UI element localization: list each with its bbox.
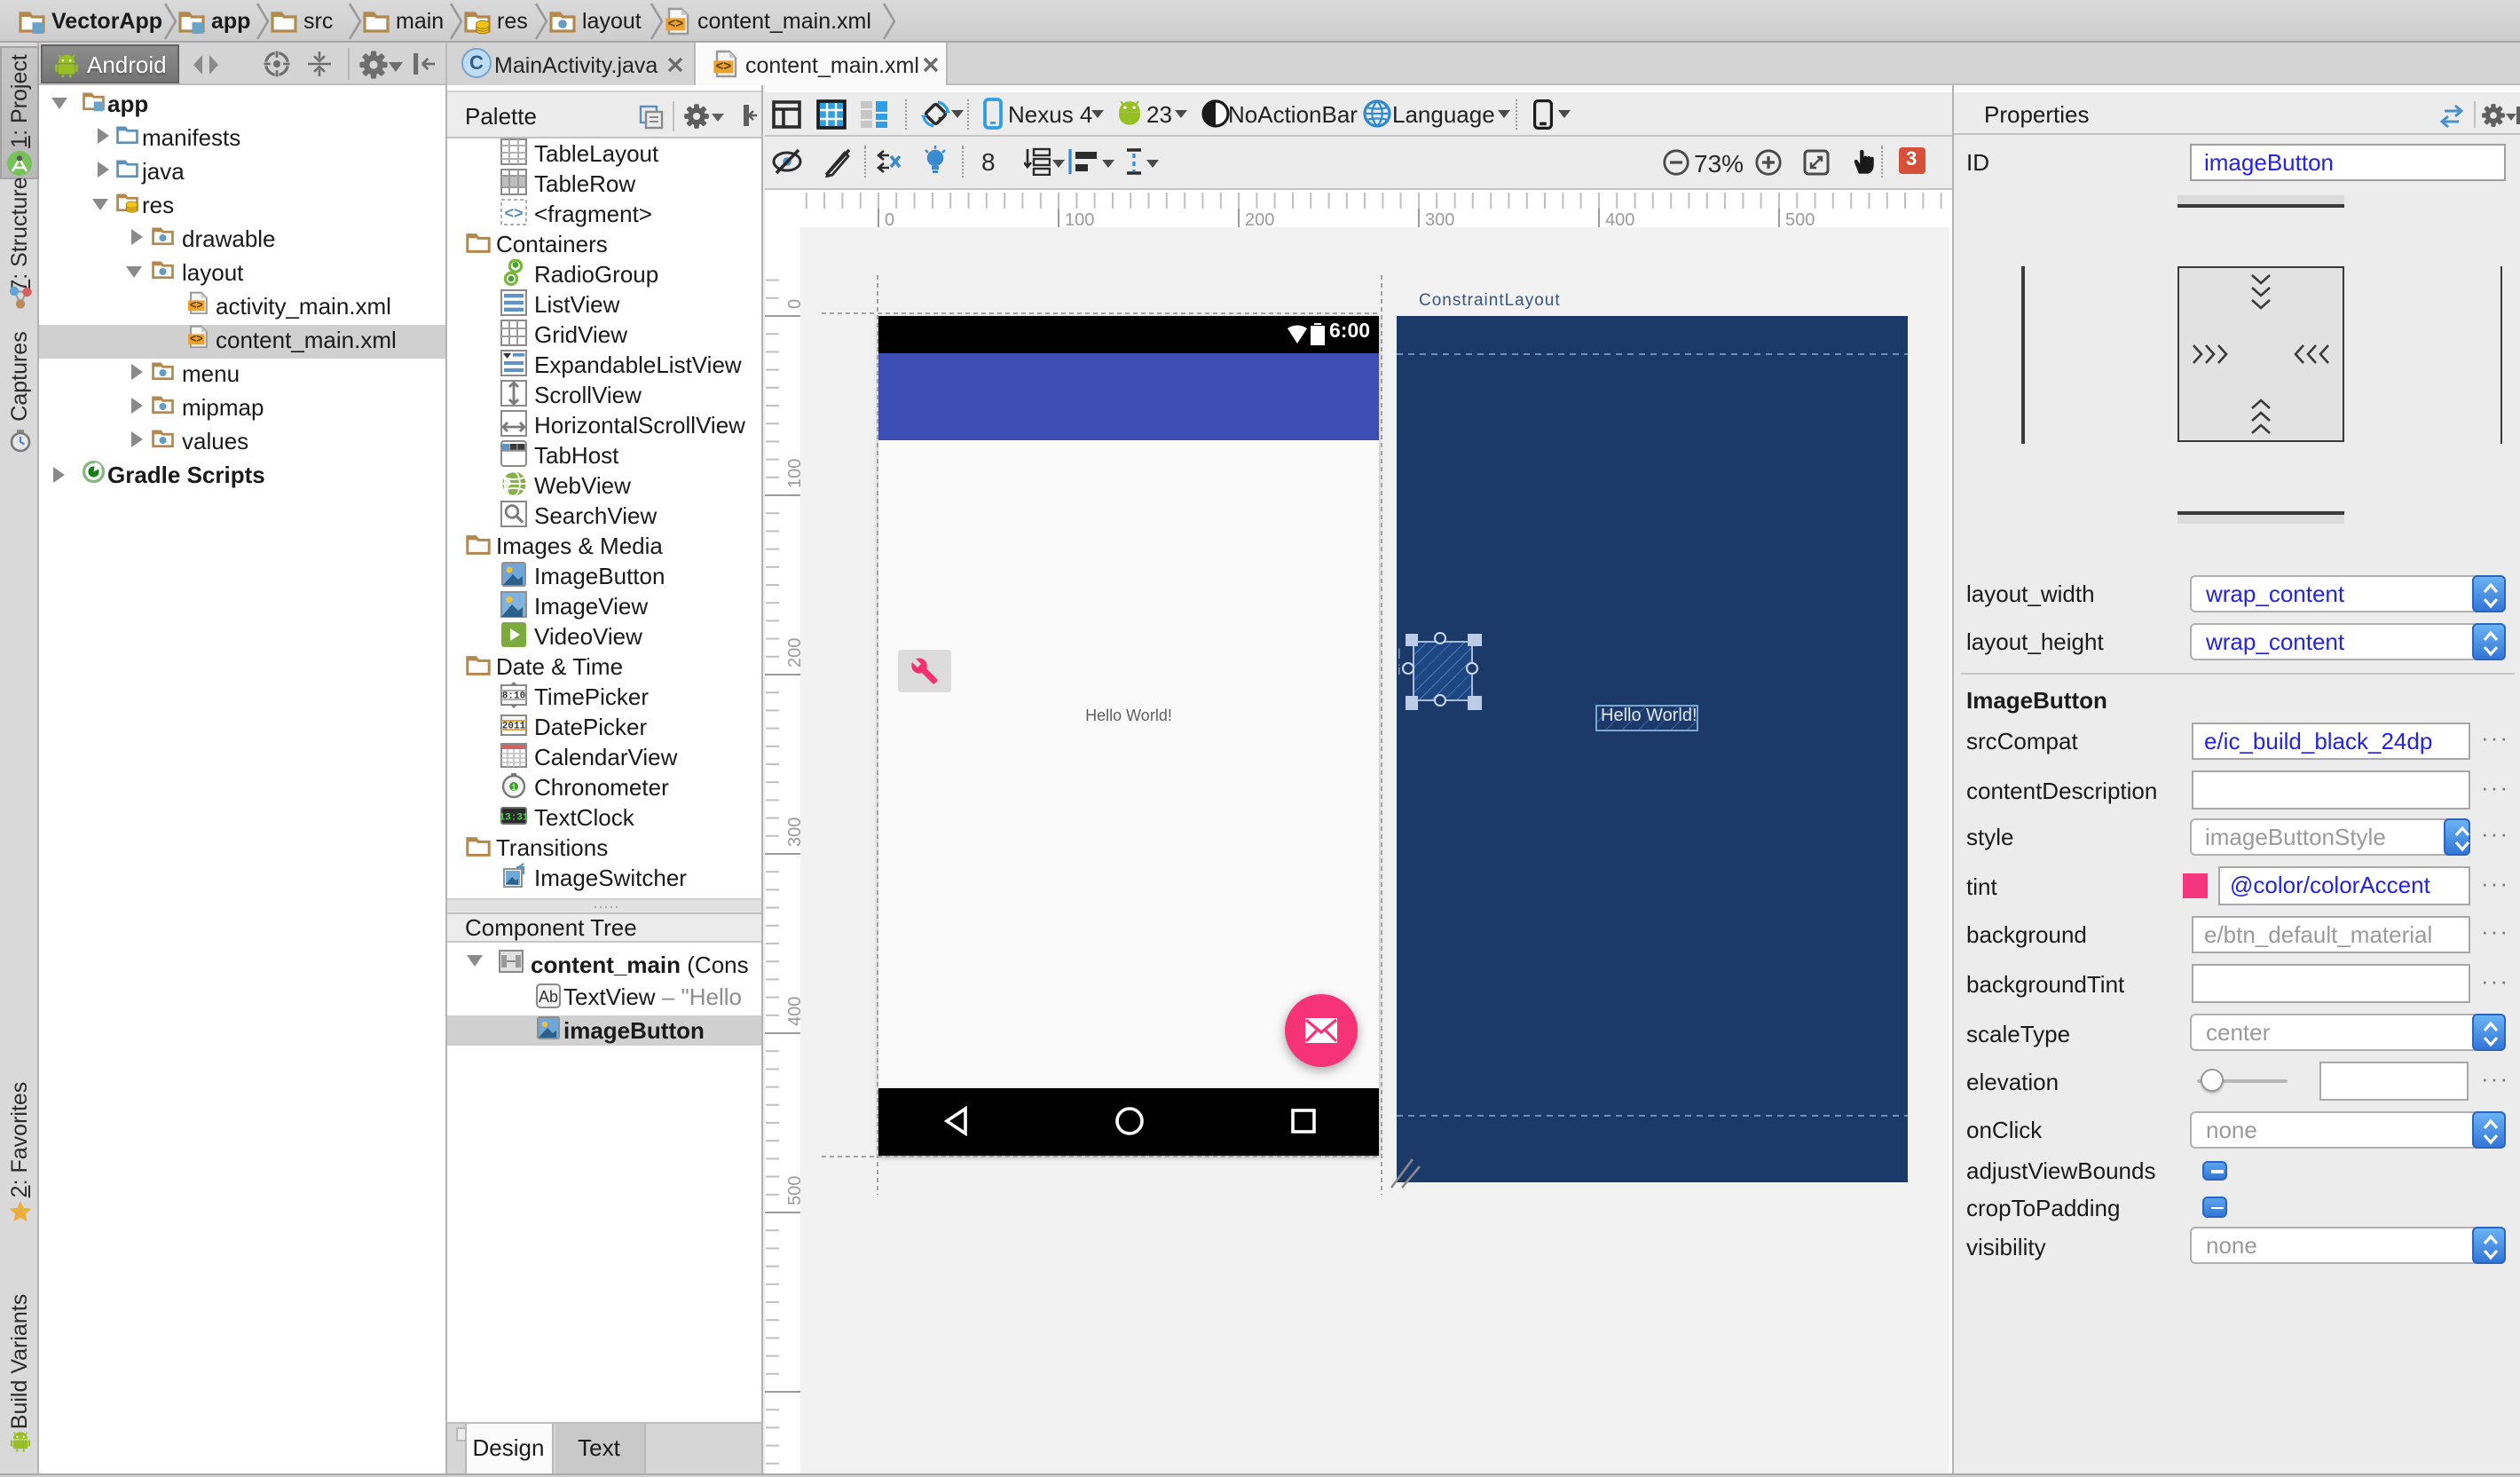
svg-text:500: 500 — [785, 1175, 800, 1205]
svg-text:300: 300 — [785, 817, 800, 846]
svg-text:13:31: 13:31 — [500, 813, 526, 824]
svg-text:0: 0 — [885, 209, 894, 226]
svg-text:200: 200 — [785, 637, 800, 667]
svg-text:100: 100 — [1065, 209, 1094, 226]
svg-text:300: 300 — [1425, 209, 1454, 226]
svg-text:500: 500 — [1785, 209, 1815, 226]
svg-text:400: 400 — [1605, 209, 1634, 226]
svg-text:1: 1 — [510, 783, 515, 792]
svg-text:0: 0 — [785, 298, 800, 308]
svg-text:Ab: Ab — [538, 987, 557, 1005]
svg-text:<>: <> — [503, 204, 522, 222]
svg-text:8:10: 8:10 — [501, 691, 524, 702]
svg-text:400: 400 — [785, 996, 800, 1025]
svg-text:2011: 2011 — [501, 722, 525, 732]
svg-text:100: 100 — [785, 458, 800, 487]
svg-text:200: 200 — [1245, 209, 1274, 226]
